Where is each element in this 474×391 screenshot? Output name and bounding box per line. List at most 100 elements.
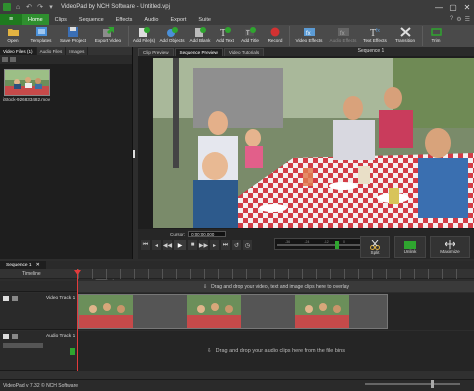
go-to-end-icon[interactable]: ⏭ xyxy=(221,240,230,250)
audio-level-indicator xyxy=(70,348,75,355)
app-logo-icon xyxy=(3,3,11,11)
tab-audio-files[interactable]: Audio Files xyxy=(37,47,67,55)
tab-video-tutorials[interactable]: Video Tutorials xyxy=(223,48,265,56)
split-button[interactable]: Split xyxy=(360,236,390,258)
panel-splitter-handle[interactable] xyxy=(133,150,135,158)
trim-button[interactable]: Trim xyxy=(425,25,447,43)
video-track-visibility-icon[interactable] xyxy=(3,296,9,301)
export-video-button[interactable]: Export Video xyxy=(90,25,126,43)
audio-volume-slider[interactable] xyxy=(3,343,43,348)
maximize-button[interactable]: ▢ xyxy=(446,0,460,14)
add-title-icon: T xyxy=(244,26,256,37)
rewind-icon[interactable]: ◀◀ xyxy=(163,240,172,250)
trim-icon xyxy=(430,26,442,37)
window-title: VideoPad by NCH Software - Untitled.vpj xyxy=(61,4,170,10)
unlink-button[interactable]: Unlink xyxy=(394,236,426,258)
add-files-label: Add File(s) xyxy=(132,38,156,43)
tab-home[interactable]: Home xyxy=(22,14,49,25)
meter-level xyxy=(335,241,339,249)
scissors-icon xyxy=(370,239,380,250)
tab-clip-preview[interactable]: Clip Preview xyxy=(138,48,174,56)
tab-sequence[interactable]: Sequence xyxy=(73,14,110,25)
audio-effects-button[interactable]: fx Audio Effects xyxy=(326,25,360,43)
tab-video-files[interactable]: Video Files (1) xyxy=(0,47,37,55)
stop-icon[interactable]: ■ xyxy=(188,240,197,250)
tab-export[interactable]: Export xyxy=(164,14,192,25)
playhead[interactable] xyxy=(77,269,78,377)
overlay-track-header xyxy=(0,281,77,292)
audio-effects-icon: fx xyxy=(337,26,349,37)
cursor-label: Cursor: xyxy=(170,231,186,237)
fast-forward-icon[interactable]: ▶▶ xyxy=(199,240,208,250)
audio-drop-zone[interactable]: ⇩ Drag and drop your audio clips here fr… xyxy=(78,331,474,371)
clip-thumbnail[interactable] xyxy=(4,69,50,96)
ruler-ticks xyxy=(78,269,470,279)
add-text-button[interactable]: T Add Text xyxy=(213,25,237,43)
tab-sequence-preview[interactable]: Sequence Preview xyxy=(174,48,223,56)
save-project-button[interactable]: Save Project xyxy=(56,25,90,43)
video-frame[interactable] xyxy=(153,58,474,228)
open-button[interactable]: Open xyxy=(0,25,26,43)
close-icon[interactable]: ✕ xyxy=(36,263,40,268)
play-icon[interactable]: ▶ xyxy=(174,240,186,250)
timeline-ruler[interactable]: Timeline xyxy=(0,269,474,279)
home-icon[interactable]: ⌂ xyxy=(14,3,22,11)
transition-button[interactable]: Transition xyxy=(390,25,420,43)
redo-icon[interactable]: ↷ xyxy=(36,3,44,11)
tab-audio[interactable]: Audio xyxy=(138,14,164,25)
meter-track xyxy=(277,244,360,246)
add-files-button[interactable]: Add File(s) xyxy=(131,25,157,43)
video-effects-icon: fx xyxy=(303,26,315,37)
speed-icon[interactable]: ◷ xyxy=(243,240,252,250)
go-to-start-icon[interactable]: ⏮ xyxy=(141,240,150,250)
unlink-label: Unlink xyxy=(403,248,417,254)
add-objects-icon xyxy=(166,26,178,37)
tab-suite[interactable]: Suite xyxy=(192,14,217,25)
add-title-button[interactable]: T Add Title xyxy=(237,25,263,43)
loop-icon[interactable]: ↺ xyxy=(232,240,241,250)
bin-sort-icon[interactable] xyxy=(10,57,16,62)
trim-label: Trim xyxy=(431,38,441,43)
overlay-drop-zone[interactable]: ⇩ Drag and drop your video, text and ima… xyxy=(78,281,474,292)
undo-icon[interactable]: ↶ xyxy=(25,3,33,11)
video-effects-button[interactable]: fx Video Effects xyxy=(292,25,326,43)
options-icon[interactable]: ☰ xyxy=(465,16,470,23)
video-track[interactable] xyxy=(78,293,474,330)
minimize-button[interactable]: — xyxy=(432,0,446,14)
add-blank-button[interactable]: Add Blank xyxy=(187,25,213,43)
step-forward-icon[interactable]: ▸ xyxy=(210,240,219,250)
bin-view-icon[interactable] xyxy=(2,57,8,62)
timeline-scrollbar[interactable] xyxy=(0,371,474,379)
drag-drop-icon: ⇩ xyxy=(207,348,212,354)
bin-toolbar xyxy=(0,55,132,64)
svg-text:fx: fx xyxy=(376,28,380,34)
video-clip[interactable] xyxy=(78,294,388,329)
settings-icon[interactable]: ⚙ xyxy=(456,16,461,23)
timeline-label: Timeline xyxy=(22,271,41,277)
templates-button[interactable]: Templates xyxy=(26,25,56,43)
zoom-slider-track[interactable] xyxy=(365,383,460,385)
toolbar-separator xyxy=(289,26,290,46)
tab-sequence-1[interactable]: Sequence 1 ✕ xyxy=(0,261,46,269)
speaker-icon[interactable] xyxy=(3,334,9,339)
audio-track-lock-icon[interactable] xyxy=(12,334,18,339)
step-back-icon[interactable]: ◂ xyxy=(152,240,161,250)
maximize-preview-button[interactable]: Maximize xyxy=(430,236,470,258)
text-effects-button[interactable]: Tfx Text Effects xyxy=(360,25,390,44)
cursor-time-field[interactable]: 0:00:00.000 xyxy=(188,231,227,237)
preview-panel: Clip Preview Sequence Preview Video Tuto… xyxy=(138,47,474,259)
title-bar: ⌂ ↶ ↷ ▾ VideoPad by NCH Software - Untit… xyxy=(0,0,474,14)
app-menu-icon[interactable]: ≡ xyxy=(0,14,22,25)
record-icon xyxy=(269,26,281,37)
add-objects-button[interactable]: Add Objects xyxy=(157,25,187,43)
tab-effects[interactable]: Effects xyxy=(110,14,139,25)
zoom-slider-knob[interactable] xyxy=(431,380,434,388)
close-button[interactable]: ✕ xyxy=(460,0,474,14)
video-track-lock-icon[interactable] xyxy=(12,296,18,301)
tab-images[interactable]: Images xyxy=(66,47,89,55)
help-icon[interactable]: ? xyxy=(450,16,453,23)
video-effects-label: Video Effects xyxy=(295,38,323,43)
quick-access-dropdown-icon[interactable]: ▾ xyxy=(47,3,55,11)
tab-clips[interactable]: Clips xyxy=(49,14,73,25)
record-button[interactable]: Record xyxy=(263,25,287,43)
